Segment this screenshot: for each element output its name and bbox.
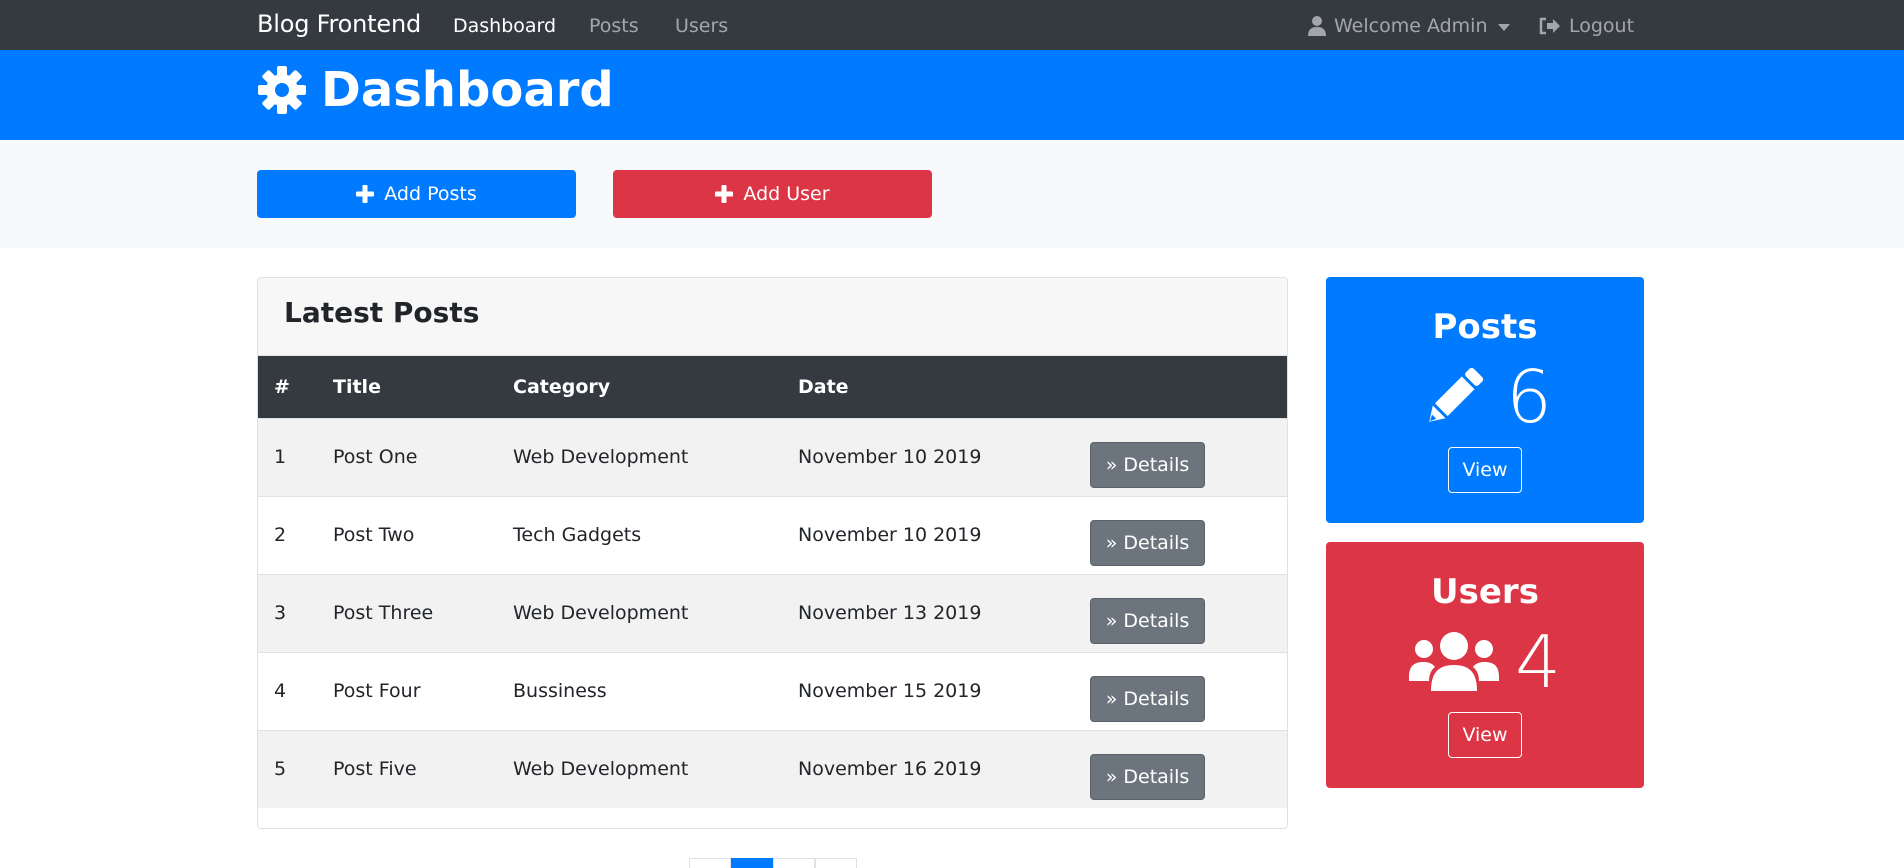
column-header-action bbox=[1090, 356, 1287, 418]
latest-posts-card: Latest Posts # Title Category Date 1 Pos… bbox=[257, 277, 1288, 829]
column-header-date: Date bbox=[798, 375, 849, 398]
nav-posts[interactable]: Posts bbox=[589, 15, 639, 37]
details-label: Details bbox=[1123, 766, 1190, 789]
row-num: 1 bbox=[274, 446, 287, 468]
page-next[interactable] bbox=[815, 858, 857, 868]
column-header-title: Title bbox=[333, 375, 381, 398]
users-stat-body: 4 bbox=[1326, 624, 1644, 700]
table-row: 3 Post Three Web Development November 13… bbox=[258, 574, 1287, 652]
page-item-active[interactable] bbox=[731, 858, 773, 868]
view-posts-button[interactable]: View bbox=[1448, 447, 1522, 493]
users-count: 4 bbox=[1515, 620, 1561, 704]
row-num: 2 bbox=[274, 524, 287, 546]
page-title: Dashboard bbox=[257, 62, 614, 118]
column-header-category: Category bbox=[513, 375, 611, 398]
card-title: Latest Posts bbox=[284, 296, 480, 329]
row-date: November 15 2019 bbox=[798, 680, 982, 702]
users-stat-card: Users 4 View bbox=[1326, 542, 1644, 788]
top-navbar: Blog Frontend Dashboard Posts Users Welc… bbox=[0, 0, 1904, 50]
posts-stat-title: Posts bbox=[1432, 307, 1538, 347]
plus-icon bbox=[356, 185, 375, 203]
row-title: Post Three bbox=[333, 602, 434, 624]
details-button[interactable]: » Details bbox=[1090, 520, 1205, 566]
add-posts-label: Add Posts bbox=[384, 183, 477, 205]
details-label: Details bbox=[1123, 610, 1190, 632]
details-label: Details bbox=[1123, 688, 1190, 710]
details-button[interactable]: » Details bbox=[1090, 676, 1205, 722]
row-category: Web Development bbox=[513, 758, 689, 781]
posts-count: 6 bbox=[1506, 355, 1552, 439]
row-category: Bussiness bbox=[513, 680, 607, 702]
row-category: Web Development bbox=[513, 446, 689, 468]
row-date: November 10 2019 bbox=[798, 524, 982, 546]
row-date: November 10 2019 bbox=[798, 446, 982, 468]
row-action-cell: » Details bbox=[1090, 652, 1287, 730]
users-stat-title: Users bbox=[1431, 572, 1539, 612]
page-item[interactable] bbox=[773, 858, 815, 868]
add-user-label: Add User bbox=[743, 183, 830, 205]
user-icon bbox=[1308, 16, 1326, 36]
page-prev[interactable] bbox=[689, 858, 731, 868]
pagination bbox=[689, 858, 857, 868]
details-label: Details bbox=[1123, 532, 1190, 554]
row-title: Post Five bbox=[333, 758, 417, 781]
angle-double-right-icon: » bbox=[1105, 766, 1118, 789]
user-menu-dropdown[interactable]: Welcome Admin bbox=[1308, 15, 1510, 37]
posts-stat-card: Posts 6 View bbox=[1326, 277, 1644, 523]
logout-label: Logout bbox=[1569, 15, 1635, 37]
logout-link[interactable]: Logout bbox=[1539, 15, 1634, 37]
chevron-down-icon bbox=[1497, 23, 1510, 31]
gear-icon bbox=[258, 66, 306, 114]
page-header: Dashboard bbox=[0, 50, 1904, 140]
row-category: Web Development bbox=[513, 602, 689, 624]
angle-double-right-icon: » bbox=[1105, 688, 1118, 710]
angle-double-right-icon: » bbox=[1105, 454, 1118, 476]
sign-out-icon bbox=[1539, 17, 1560, 35]
row-action-cell: » Details bbox=[1090, 730, 1287, 808]
details-button[interactable]: » Details bbox=[1090, 598, 1205, 644]
plus-icon bbox=[715, 185, 734, 203]
angle-double-right-icon: » bbox=[1105, 532, 1118, 554]
users-icon bbox=[1409, 632, 1500, 691]
row-date: November 13 2019 bbox=[798, 602, 982, 624]
row-category: Tech Gadgets bbox=[513, 524, 642, 546]
view-users-button[interactable]: View bbox=[1448, 712, 1522, 758]
pencil-icon bbox=[1429, 367, 1484, 422]
actions-bar: Add Posts Add User bbox=[0, 140, 1904, 248]
row-date: November 16 2019 bbox=[798, 758, 982, 781]
table-header-row: # Title Category Date bbox=[258, 356, 1287, 418]
add-user-button[interactable]: Add User bbox=[613, 170, 932, 218]
row-num: 4 bbox=[274, 680, 287, 702]
row-num: 5 bbox=[274, 758, 287, 781]
brand-link[interactable]: Blog Frontend bbox=[257, 10, 421, 38]
posts-table: # Title Category Date 1 Post One Web Dev… bbox=[258, 356, 1287, 808]
card-header: Latest Posts bbox=[258, 278, 1287, 356]
details-button[interactable]: » Details bbox=[1090, 442, 1205, 488]
table-row: 1 Post One Web Development November 10 2… bbox=[258, 418, 1287, 496]
row-num: 3 bbox=[274, 602, 287, 624]
row-title: Post Two bbox=[333, 524, 415, 546]
row-title: Post Four bbox=[333, 680, 421, 702]
welcome-label: Welcome Admin bbox=[1334, 15, 1488, 37]
angle-double-right-icon: » bbox=[1105, 610, 1118, 632]
details-label: Details bbox=[1123, 454, 1190, 476]
row-action-cell: » Details bbox=[1090, 418, 1287, 496]
table-row: 2 Post Two Tech Gadgets November 10 2019… bbox=[258, 496, 1287, 574]
column-header-num: # bbox=[274, 375, 290, 398]
add-posts-button[interactable]: Add Posts bbox=[257, 170, 576, 218]
table-row: 4 Post Four Bussiness November 15 2019 »… bbox=[258, 652, 1287, 730]
row-title: Post One bbox=[333, 446, 418, 468]
nav-dashboard[interactable]: Dashboard bbox=[453, 15, 556, 37]
details-button[interactable]: » Details bbox=[1090, 754, 1205, 801]
row-action-cell: » Details bbox=[1090, 496, 1287, 574]
posts-stat-body: 6 bbox=[1326, 359, 1644, 435]
table-row: 5 Post Five Web Development November 16 … bbox=[258, 730, 1287, 808]
nav-users[interactable]: Users bbox=[675, 15, 728, 37]
row-action-cell: » Details bbox=[1090, 574, 1287, 652]
page-title-text: Dashboard bbox=[321, 62, 614, 118]
